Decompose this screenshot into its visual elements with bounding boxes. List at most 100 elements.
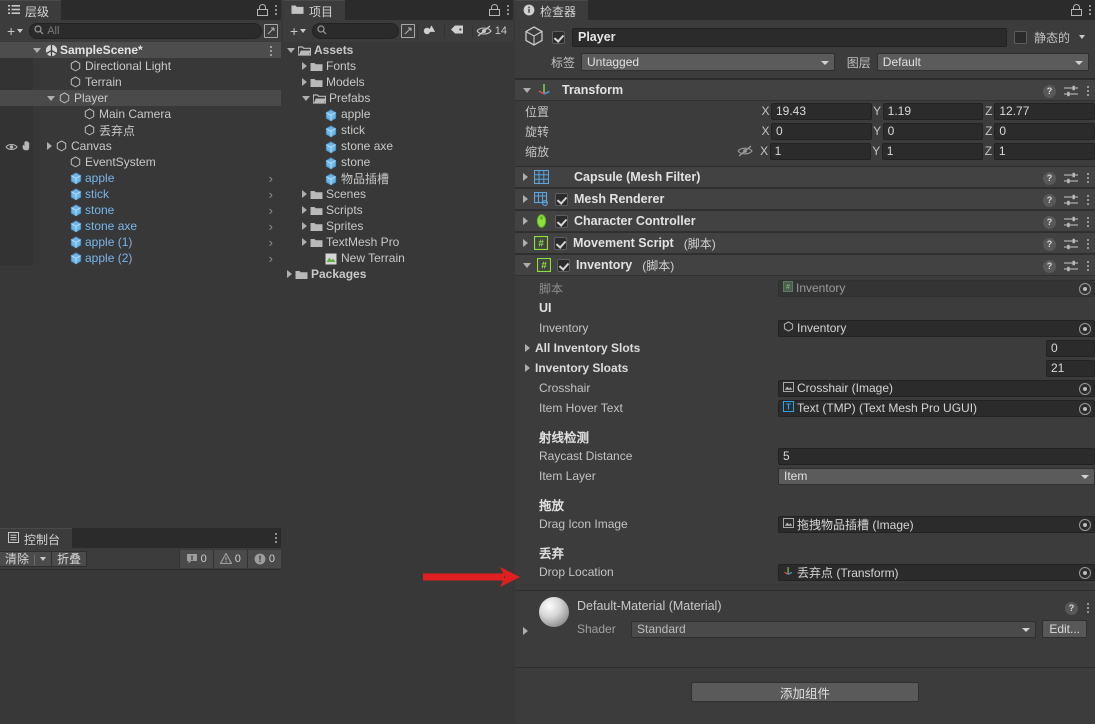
console-warning-counter[interactable]: 0 [212, 549, 247, 568]
project-add-button[interactable]: + [286, 24, 310, 38]
hierarchy-item-directional-light[interactable]: Directional Light [0, 58, 281, 74]
component-menu-icon[interactable] [1086, 85, 1089, 98]
prefab-open-chevron-icon[interactable]: › [269, 171, 273, 186]
component-header-mesh-renderer[interactable]: Mesh Renderer? [515, 188, 1095, 210]
project-item-models[interactable]: Models [283, 74, 513, 90]
component-header-transform[interactable]: Transform ? [515, 79, 1095, 101]
foldout-closed-icon[interactable] [302, 222, 307, 230]
object-picker-icon[interactable] [1079, 402, 1091, 415]
hierarchy-item-apple-2-[interactable]: apple (2) › [0, 250, 281, 266]
project-filter-expand-icon[interactable] [400, 24, 415, 38]
object-picker-icon[interactable] [1079, 518, 1091, 531]
component-header-movement-script[interactable]: # Movement Script (脚本)? [515, 232, 1095, 254]
console-log-list[interactable] [0, 569, 281, 724]
lock-icon[interactable] [257, 4, 268, 16]
component-enabled-checkbox[interactable] [555, 192, 568, 206]
rotation-y-input[interactable]: 0 [882, 122, 984, 140]
project-item-new-terrain[interactable]: New Terrain [283, 250, 513, 266]
component-header-capsule-mesh-filter-[interactable]: Capsule (Mesh Filter)? [515, 166, 1095, 188]
hidden-assets-count[interactable]: 14 [471, 25, 510, 37]
project-item-stone-axe[interactable]: stone axe [283, 138, 513, 154]
scale-z-input[interactable]: 1 [993, 142, 1095, 160]
help-icon[interactable]: ? [1043, 171, 1056, 185]
tab-console[interactable]: 控制台 [0, 528, 73, 549]
project-item-packages[interactable]: Packages [283, 266, 513, 282]
foldout-closed-icon[interactable] [302, 206, 307, 214]
component-enabled-checkbox[interactable] [554, 236, 567, 250]
hierarchy-item-stick[interactable]: stick › [0, 186, 281, 202]
foldout-closed-icon[interactable] [523, 217, 528, 225]
type-filter-icon[interactable] [416, 23, 442, 39]
all-slots-foldout-icon[interactable] [525, 344, 530, 352]
presets-icon[interactable] [1064, 194, 1078, 206]
lock-icon[interactable] [489, 4, 500, 16]
object-picker-icon[interactable] [1079, 282, 1091, 295]
label-filter-icon[interactable] [443, 24, 470, 38]
material-edit-button[interactable]: Edit... [1042, 620, 1087, 638]
presets-icon[interactable] [1064, 216, 1078, 228]
hierarchy-add-button[interactable]: + [3, 24, 27, 38]
prefab-open-chevron-icon[interactable]: › [269, 187, 273, 202]
inventory-field[interactable]: Inventory [778, 319, 1095, 337]
position-x-input[interactable]: 19.43 [771, 102, 872, 120]
gameobject-name-input[interactable]: Player [572, 27, 1007, 47]
object-picker-icon[interactable] [1079, 566, 1091, 579]
raycast-distance-input[interactable]: 5 [778, 447, 1095, 465]
project-item-fonts[interactable]: Fonts [283, 58, 513, 74]
component-menu-icon[interactable] [1086, 238, 1089, 251]
object-picker-icon[interactable] [1079, 322, 1091, 335]
hierarchy-item-apple[interactable]: apple › [0, 170, 281, 186]
shader-dropdown[interactable]: Standard [631, 620, 1037, 638]
project-menu-icon[interactable] [506, 4, 509, 17]
layer-dropdown[interactable]: Default [876, 53, 1089, 71]
prefab-open-chevron-icon[interactable]: › [269, 203, 273, 218]
drop-location-field[interactable]: 丢弃点 (Transform) [778, 563, 1095, 581]
foldout-closed-icon[interactable] [523, 173, 528, 181]
constrain-proportions-icon[interactable] [737, 145, 759, 157]
project-item-apple[interactable]: apple [283, 106, 513, 122]
help-icon[interactable]: ? [1043, 84, 1056, 98]
hierarchy-item-samplescene-[interactable]: SampleScene* [0, 42, 281, 58]
hierarchy-item-main-camera[interactable]: Main Camera [0, 106, 281, 122]
project-item-stick[interactable]: stick [283, 122, 513, 138]
console-log-counter[interactable]: 0 [178, 549, 213, 568]
clear-dropdown-icon[interactable] [40, 556, 47, 561]
hierarchy-item-terrain[interactable]: Terrain [0, 74, 281, 90]
project-item-prefabs[interactable]: Prefabs [283, 90, 513, 106]
help-icon[interactable]: ? [1043, 237, 1056, 251]
foldout-open-icon[interactable] [523, 262, 531, 268]
console-menu-icon[interactable] [274, 532, 277, 545]
foldout-closed-icon[interactable] [47, 142, 52, 150]
component-menu-icon[interactable] [1086, 194, 1089, 207]
prefab-open-chevron-icon[interactable]: › [269, 235, 273, 250]
tab-hierarchy[interactable]: 层级 [0, 0, 62, 21]
scene-menu-icon[interactable] [269, 44, 272, 57]
slots-size-input[interactable]: 21 [1046, 359, 1095, 377]
component-header-inventory[interactable]: # Inventory (脚本)? [515, 254, 1095, 276]
tag-dropdown[interactable]: Untagged [581, 53, 835, 71]
static-checkbox[interactable] [1013, 30, 1027, 44]
add-component-button[interactable]: 添加组件 [691, 682, 919, 702]
console-collapse-button[interactable]: 折叠 [52, 550, 88, 567]
foldout-closed-icon[interactable] [287, 270, 292, 278]
hierarchy-item-eventsystem[interactable]: EventSystem [0, 154, 281, 170]
foldout-closed-icon[interactable] [302, 190, 307, 198]
foldout-closed-icon[interactable] [302, 62, 307, 70]
help-icon[interactable]: ? [1043, 193, 1056, 207]
console-clear-button[interactable]: 清除 | [0, 550, 53, 567]
static-dropdown-icon[interactable] [1079, 35, 1085, 39]
component-menu-icon[interactable] [1086, 260, 1089, 273]
drag-icon-field[interactable]: 拖拽物品插槽 (Image) [778, 515, 1095, 533]
presets-icon[interactable] [1064, 260, 1078, 272]
help-icon[interactable]: ? [1043, 259, 1056, 273]
console-error-counter[interactable]: 0 [246, 549, 281, 568]
tab-inspector[interactable]: 检查器 [515, 0, 589, 21]
project-item-scenes[interactable]: Scenes [283, 186, 513, 202]
hierarchy-menu-icon[interactable] [274, 4, 277, 17]
material-menu-icon[interactable] [1086, 602, 1089, 615]
hover-field[interactable]: T Text (TMP) (Text Mesh Pro UGUI) [778, 399, 1095, 417]
hierarchy-item-apple-1-[interactable]: apple (1) › [0, 234, 281, 250]
transform-foldout-icon[interactable] [523, 87, 531, 93]
hierarchy-item-stone[interactable]: stone › [0, 202, 281, 218]
hierarchy-search-input[interactable]: All [29, 23, 262, 39]
